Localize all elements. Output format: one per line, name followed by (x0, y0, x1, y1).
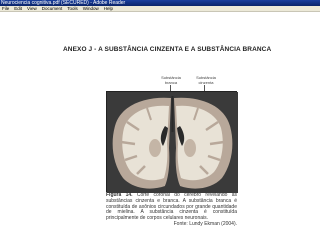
gray-matter-label-line2: cinzenta (198, 79, 214, 85)
menu-window[interactable]: Window (83, 6, 99, 12)
menu-view[interactable]: View (27, 6, 37, 12)
menu-help[interactable]: Help (104, 6, 113, 12)
menu-file[interactable]: File (2, 6, 9, 12)
reader-window: Neurociencia cognitiva.pdf (SECURED) - A… (0, 0, 320, 240)
menu-bar: File Edit View Document Tools Window Hel… (0, 6, 320, 12)
menu-tools[interactable]: Tools (67, 6, 78, 12)
page-heading: ANEXO J - A SUBSTÂNCIA CINZENTA E A SUBS… (63, 46, 272, 53)
white-matter-label: Substância branca (156, 75, 186, 85)
menu-document[interactable]: Document (42, 6, 63, 12)
gray-matter-label: Substância cinzenta (191, 75, 221, 85)
menu-edit[interactable]: Edit (14, 6, 22, 12)
caption-source: Fonte: Lundy Ekman (2004). (173, 220, 237, 227)
figure-caption: Figura 14. Corte coronal do cérebro reve… (106, 192, 237, 228)
white-matter-label-line2: branca (164, 79, 178, 85)
brain-section-photo (106, 91, 238, 193)
brain-coronal-section-image (107, 92, 238, 193)
